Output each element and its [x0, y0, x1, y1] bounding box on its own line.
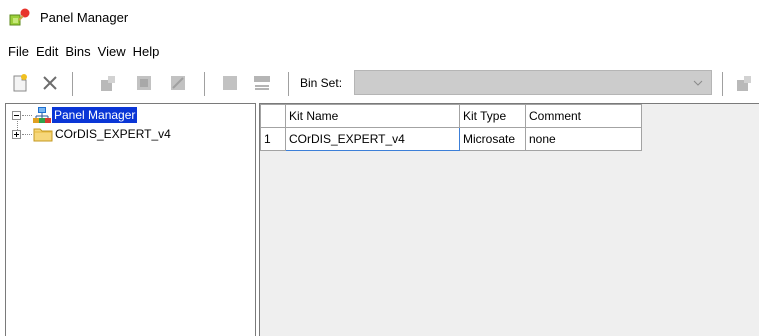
window-title: Panel Manager: [40, 10, 129, 25]
tree-connector: [22, 115, 32, 116]
expand-toggle[interactable]: [12, 130, 21, 139]
menu-bins[interactable]: Bins: [65, 44, 90, 59]
folder-icon: [33, 128, 53, 142]
panel-manager-app-icon: [9, 8, 30, 26]
toolbar-separator: [288, 72, 289, 96]
toolbar-separator: [72, 72, 73, 96]
move-bins-icon[interactable]: [252, 73, 272, 93]
bin-icon[interactable]: [220, 73, 240, 93]
kit-grid-pane: Kit Name Kit Type Comment 1 COrDIS_EXPER…: [259, 103, 759, 336]
tree-node-kit[interactable]: COrDIS_EXPERT_v4: [54, 125, 172, 143]
edit-panel-icon[interactable]: [134, 73, 154, 93]
menu-view[interactable]: View: [98, 44, 126, 59]
comment-cell[interactable]: none: [525, 127, 642, 151]
table-header-row: Kit Name Kit Type Comment: [260, 104, 642, 128]
column-header-comment[interactable]: Comment: [525, 104, 642, 128]
binset-label: Bin Set:: [300, 76, 343, 90]
binset-dropdown[interactable]: [354, 70, 712, 95]
new-document-icon[interactable]: [10, 73, 30, 93]
menu-file[interactable]: File: [8, 44, 29, 59]
collapse-toggle[interactable]: [12, 111, 21, 120]
kit-table: Kit Name Kit Type Comment 1 COrDIS_EXPER…: [260, 104, 642, 151]
delete-icon[interactable]: [40, 73, 60, 93]
tree-connector: [17, 121, 18, 130]
network-icon: [33, 107, 51, 123]
toolbar: Bin Set:: [0, 64, 759, 100]
tree-root-label: Panel Manager: [52, 107, 138, 123]
tree-kit-label: COrDIS_EXPERT_v4: [55, 127, 171, 141]
column-header-kit-type[interactable]: Kit Type: [459, 104, 526, 128]
kit-name-cell[interactable]: COrDIS_EXPERT_v4: [285, 127, 460, 151]
menu-edit[interactable]: Edit: [36, 44, 58, 59]
kit-type-cell[interactable]: Microsate: [459, 127, 526, 151]
panel-tree[interactable]: Panel Manager COrDIS_EXPERT_v4: [5, 103, 256, 336]
import-panel-icon[interactable]: [168, 73, 188, 93]
chevron-down-icon: [693, 80, 703, 86]
column-header-kit-name[interactable]: Kit Name: [285, 104, 460, 128]
main-area: Panel Manager COrDIS_EXPERT_v4 Kit Name …: [0, 103, 759, 336]
toolbar-separator: [722, 72, 723, 96]
tree-node-root[interactable]: Panel Manager: [52, 106, 138, 124]
add-panel-icon[interactable]: [98, 73, 118, 93]
row-index: 1: [260, 127, 286, 151]
title-bar: Panel Manager: [0, 0, 759, 38]
menu-help[interactable]: Help: [133, 44, 160, 59]
corner-cell: [260, 104, 286, 128]
menu-bar: File Edit Bins View Help: [0, 40, 759, 62]
toolbar-separator: [204, 72, 205, 96]
table-row[interactable]: 1 COrDIS_EXPERT_v4 Microsate none: [260, 127, 642, 151]
bin-set-panel-icon[interactable]: [734, 73, 754, 93]
tree-connector: [22, 134, 32, 135]
